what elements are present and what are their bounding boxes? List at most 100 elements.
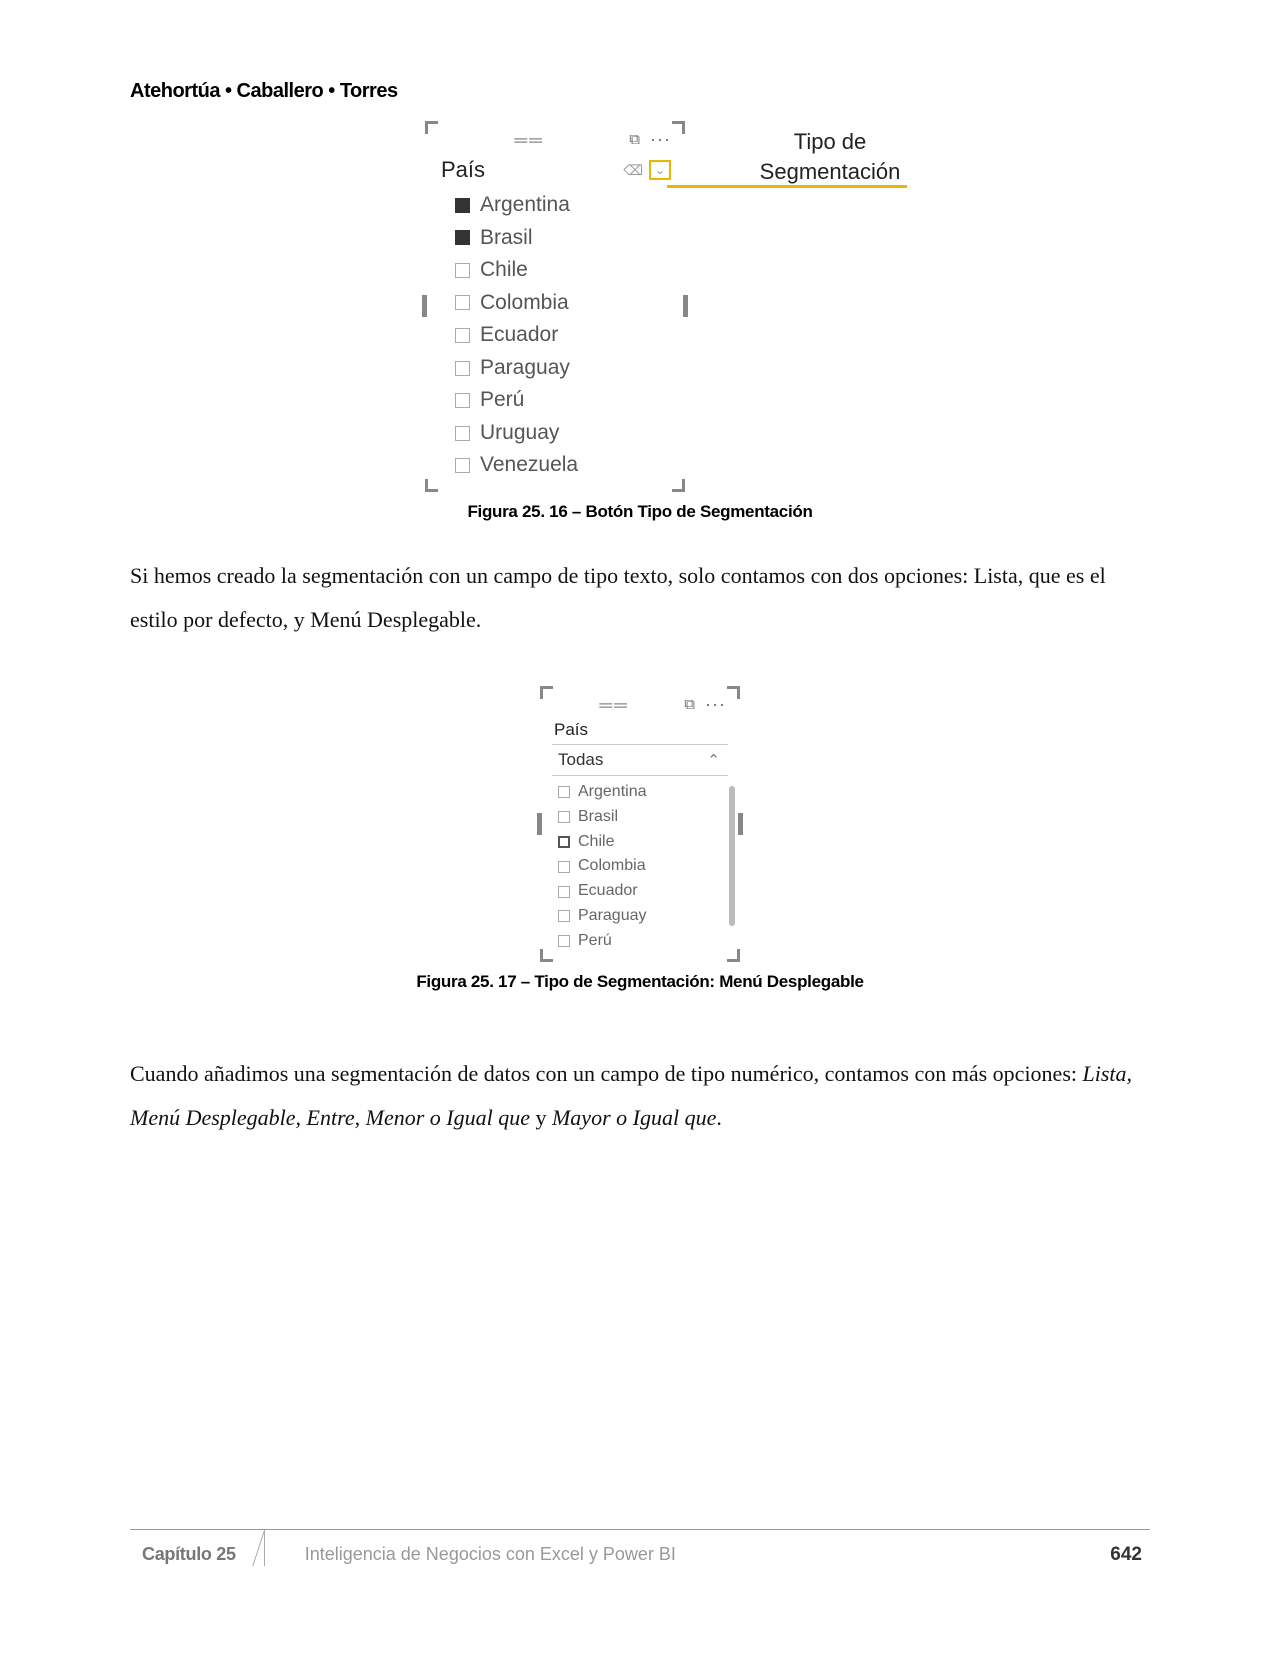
slicer-toolbar: ══ ⧉ ··· — [425, 131, 685, 153]
item-label: Brasil — [480, 222, 533, 255]
checkbox-icon[interactable] — [455, 458, 470, 473]
item-label: Perú — [480, 384, 524, 417]
checkbox-icon[interactable] — [455, 393, 470, 408]
checkbox-icon[interactable] — [455, 230, 470, 245]
more-options-icon[interactable]: ··· — [705, 701, 726, 709]
slicer-header: País — [540, 718, 740, 744]
more-options-icon[interactable]: ··· — [650, 136, 671, 144]
list-item[interactable]: Perú — [455, 384, 671, 417]
p2-part-e: . — [716, 1105, 722, 1130]
list-item[interactable]: Uruguay — [455, 417, 671, 450]
item-label: Paraguay — [578, 904, 647, 929]
resize-handle-tl[interactable] — [540, 686, 553, 699]
paragraph-1: Si hemos creado la segmentación con un c… — [130, 554, 1150, 642]
footer-title: Inteligencia de Negocios con Excel y Pow… — [265, 1530, 1111, 1566]
callout-line2: Segmentación — [715, 157, 945, 187]
resize-handle-right[interactable] — [738, 813, 743, 835]
dropdown-label: Todas — [558, 750, 603, 770]
scrollbar-thumb[interactable] — [729, 786, 735, 926]
list-item[interactable]: Venezuela — [455, 449, 671, 482]
list-item[interactable]: Brasil — [558, 805, 730, 830]
slicer-list: ══ ⧉ ··· País ⌫ ⌄ Argentina Brasil Chile… — [425, 121, 685, 492]
p2-part-d: Mayor o Igual que — [552, 1105, 716, 1130]
list-item[interactable]: Paraguay — [558, 904, 730, 929]
list-item[interactable]: Ecuador — [455, 319, 671, 352]
resize-handle-tl[interactable] — [425, 121, 438, 134]
slicer-title: País — [441, 157, 485, 183]
resize-handle-tr[interactable] — [672, 121, 685, 134]
item-label: Perú — [578, 929, 612, 954]
checkbox-icon[interactable] — [558, 811, 570, 823]
checkbox-icon[interactable] — [455, 198, 470, 213]
resize-handle-bl[interactable] — [540, 949, 553, 962]
resize-handle-bl[interactable] — [425, 479, 438, 492]
checkbox-icon[interactable] — [558, 836, 570, 848]
slicer-title: País — [554, 720, 588, 740]
drag-handle-icon[interactable]: ══ — [599, 700, 629, 710]
list-item[interactable]: Colombia — [558, 854, 730, 879]
figure-25-16: ══ ⧉ ··· País ⌫ ⌄ Argentina Brasil Chile… — [130, 121, 1150, 522]
checkbox-icon[interactable] — [455, 328, 470, 343]
list-item[interactable]: Argentina — [455, 189, 671, 222]
p2-part-c: y — [535, 1105, 552, 1130]
list-item[interactable]: Argentina — [558, 780, 730, 805]
checkbox-icon[interactable] — [558, 786, 570, 798]
item-label: Colombia — [480, 287, 569, 320]
clear-selection-icon[interactable]: ⌫ — [623, 162, 643, 179]
resize-handle-br[interactable] — [672, 479, 685, 492]
drag-handle-icon[interactable]: ══ — [514, 135, 544, 145]
list-item[interactable]: Paraguay — [455, 352, 671, 385]
resize-handle-br[interactable] — [727, 949, 740, 962]
checkbox-icon[interactable] — [558, 861, 570, 873]
item-label: Chile — [578, 830, 614, 855]
list-item[interactable]: Ecuador — [558, 879, 730, 904]
list-item[interactable]: Brasil — [455, 222, 671, 255]
checkbox-icon[interactable] — [455, 361, 470, 376]
item-label: Chile — [480, 254, 528, 287]
callout-line1: Tipo de — [715, 127, 945, 157]
item-label: Paraguay — [480, 352, 570, 385]
list-item[interactable]: Chile — [558, 830, 730, 855]
checkbox-icon[interactable] — [558, 910, 570, 922]
footer-chapter: Capítulo 25 — [130, 1530, 265, 1566]
resize-handle-tr[interactable] — [727, 686, 740, 699]
dropdown-toggle[interactable]: Todas ⌃ — [552, 744, 728, 776]
checkbox-icon[interactable] — [455, 263, 470, 278]
item-label: Ecuador — [578, 879, 638, 904]
slicer-items: Argentina Brasil Chile Colombia Ecuador … — [540, 780, 740, 956]
item-label: Brasil — [578, 805, 618, 830]
list-item[interactable]: Colombia — [455, 287, 671, 320]
checkbox-icon[interactable] — [455, 295, 470, 310]
resize-handle-left[interactable] — [422, 295, 427, 317]
resize-handle-left[interactable] — [537, 813, 542, 835]
figure-caption: Figura 25. 16 – Botón Tipo de Segmentaci… — [130, 502, 1150, 522]
chevron-up-icon: ⌃ — [707, 751, 720, 769]
item-label: Argentina — [480, 189, 570, 222]
slicer-header: País ⌫ ⌄ — [425, 153, 685, 189]
paragraph-2: Cuando añadimos una segmentación de dato… — [130, 1052, 1150, 1140]
segmentation-type-button[interactable]: ⌄ — [649, 160, 671, 180]
callout: Tipo de Segmentación — [685, 121, 945, 186]
slicer-toolbar: ══ ⧉ ··· — [540, 696, 740, 718]
callout-connector — [667, 185, 907, 188]
list-item[interactable]: Chile — [455, 254, 671, 287]
figure-caption: Figura 25. 17 – Tipo de Segmentación: Me… — [130, 972, 1150, 992]
p2-part-a: Cuando añadimos una segmentación de dato… — [130, 1061, 1083, 1086]
resize-handle-right[interactable] — [683, 295, 688, 317]
item-label: Ecuador — [480, 319, 558, 352]
slicer-dropdown: ══ ⧉ ··· País Todas ⌃ Argentina Brasil C… — [540, 686, 740, 962]
item-label: Argentina — [578, 780, 647, 805]
focus-mode-icon[interactable]: ⧉ — [684, 696, 695, 714]
page-footer: Capítulo 25 Inteligencia de Negocios con… — [130, 1529, 1150, 1566]
item-label: Uruguay — [480, 417, 559, 450]
checkbox-icon[interactable] — [558, 886, 570, 898]
checkbox-icon[interactable] — [558, 935, 570, 947]
header-authors: Atehortúa • Caballero • Torres — [130, 80, 1150, 103]
focus-mode-icon[interactable]: ⧉ — [629, 131, 640, 149]
figure-25-17: ══ ⧉ ··· País Todas ⌃ Argentina Brasil C… — [130, 686, 1150, 992]
footer-page-number: 642 — [1110, 1530, 1150, 1566]
checkbox-icon[interactable] — [455, 426, 470, 441]
slicer-items: Argentina Brasil Chile Colombia Ecuador … — [425, 189, 685, 486]
list-item[interactable]: Perú — [558, 929, 730, 954]
item-label: Venezuela — [480, 449, 578, 482]
